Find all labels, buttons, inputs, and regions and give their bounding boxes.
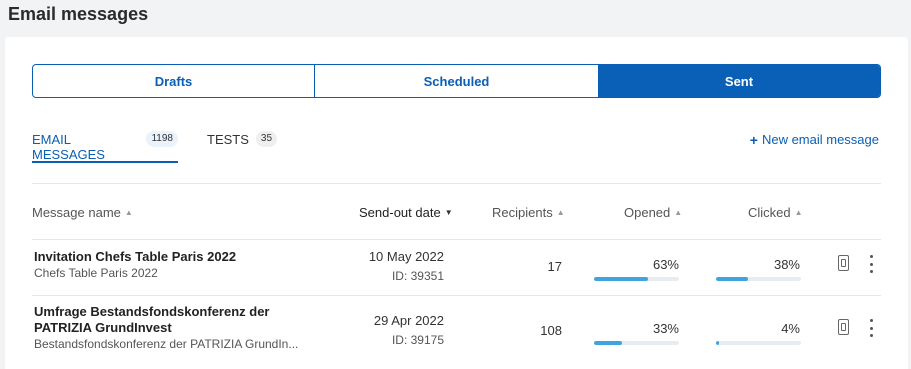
page-title: Email messages — [8, 4, 149, 24]
opened-rate: 33% — [652, 321, 679, 336]
opened-progress-fill — [594, 341, 623, 345]
column-header-date[interactable]: Send-out date ▼ — [359, 205, 453, 220]
sort-asc-icon: ▲ — [124, 208, 133, 217]
clicked-rate: 4% — [781, 321, 800, 336]
plus-icon: + — [749, 131, 758, 148]
send-out-date: 10 May 2022 — [368, 249, 444, 264]
send-out-date: 29 Apr 2022 — [373, 313, 444, 328]
contact-card-icon[interactable] — [838, 319, 849, 335]
table-row[interactable]: Invitation Chefs Table Paris 2022 Chefs … — [32, 247, 881, 297]
column-header-recipients-label: Recipients — [492, 205, 553, 220]
sort-asc-icon: ▲ — [794, 208, 803, 217]
tab-email-messages[interactable]: EMAIL MESSAGES 1198 — [32, 127, 178, 163]
column-header-opened[interactable]: Opened ▲ — [624, 205, 682, 220]
sort-asc-icon: ▲ — [556, 208, 565, 217]
message-id: ID: 39175 — [391, 333, 444, 347]
tab-tests[interactable]: TESTS 35 — [207, 127, 278, 163]
tab-tests-label: TESTS — [207, 132, 249, 147]
new-email-message-label: New email message — [761, 132, 879, 147]
clicked-progress-fill — [716, 341, 720, 345]
divider — [32, 239, 881, 240]
message-name-cell: Umfrage Bestandsfondskonferenz der PATRI… — [34, 304, 324, 352]
content-card: Drafts Scheduled Sent EMAIL MESSAGES 119… — [5, 37, 908, 369]
more-options-icon[interactable] — [868, 255, 874, 273]
opened-progress-fill — [594, 277, 648, 281]
column-header-name[interactable]: Message name ▲ — [32, 205, 133, 220]
clicked-progress-fill — [716, 277, 749, 281]
column-header-recipients[interactable]: Recipients ▲ — [492, 205, 565, 220]
new-email-message-button[interactable]: + New email message — [750, 132, 879, 147]
column-header-clicked-label: Clicked — [748, 205, 791, 220]
sort-desc-icon: ▼ — [444, 208, 453, 217]
message-name-cell: Invitation Chefs Table Paris 2022 Chefs … — [34, 249, 236, 281]
segment-sent[interactable]: Sent — [598, 65, 880, 97]
more-options-icon[interactable] — [868, 319, 874, 337]
contact-card-icon[interactable] — [838, 255, 849, 271]
divider — [32, 295, 881, 296]
column-header-date-label: Send-out date — [359, 205, 441, 220]
tab-email-messages-count: 1198 — [146, 131, 178, 147]
recipients-count: 108 — [540, 323, 562, 338]
clicked-rate: 38% — [773, 257, 800, 272]
tab-email-messages-label: EMAIL MESSAGES — [32, 132, 105, 162]
message-name[interactable]: Invitation Chefs Table Paris 2022 — [34, 249, 236, 265]
message-subtitle: Bestandsfondskonferenz der PATRIZIA Grun… — [34, 337, 299, 351]
table-row[interactable]: Umfrage Bestandsfondskonferenz der PATRI… — [32, 303, 881, 363]
segment-drafts[interactable]: Drafts — [33, 65, 315, 97]
column-header-name-label: Message name — [32, 205, 121, 220]
column-header-opened-label: Opened — [624, 205, 671, 220]
divider — [32, 183, 881, 184]
clicked-progress-bar — [716, 277, 801, 281]
message-name[interactable]: Umfrage Bestandsfondskonferenz der PATRI… — [34, 304, 324, 336]
opened-progress-bar — [594, 341, 679, 345]
status-segmented-control: Drafts Scheduled Sent — [32, 64, 881, 98]
recipients-count: 17 — [547, 259, 562, 274]
column-header-clicked[interactable]: Clicked ▲ — [748, 205, 803, 220]
opened-rate: 63% — [652, 257, 679, 272]
segment-scheduled[interactable]: Scheduled — [315, 65, 598, 97]
clicked-progress-bar — [716, 341, 801, 345]
tab-tests-count: 35 — [255, 131, 278, 147]
message-id: ID: 39351 — [391, 269, 444, 283]
message-subtitle: Chefs Table Paris 2022 — [34, 266, 158, 280]
sort-asc-icon: ▲ — [674, 208, 683, 217]
opened-progress-bar — [594, 277, 679, 281]
